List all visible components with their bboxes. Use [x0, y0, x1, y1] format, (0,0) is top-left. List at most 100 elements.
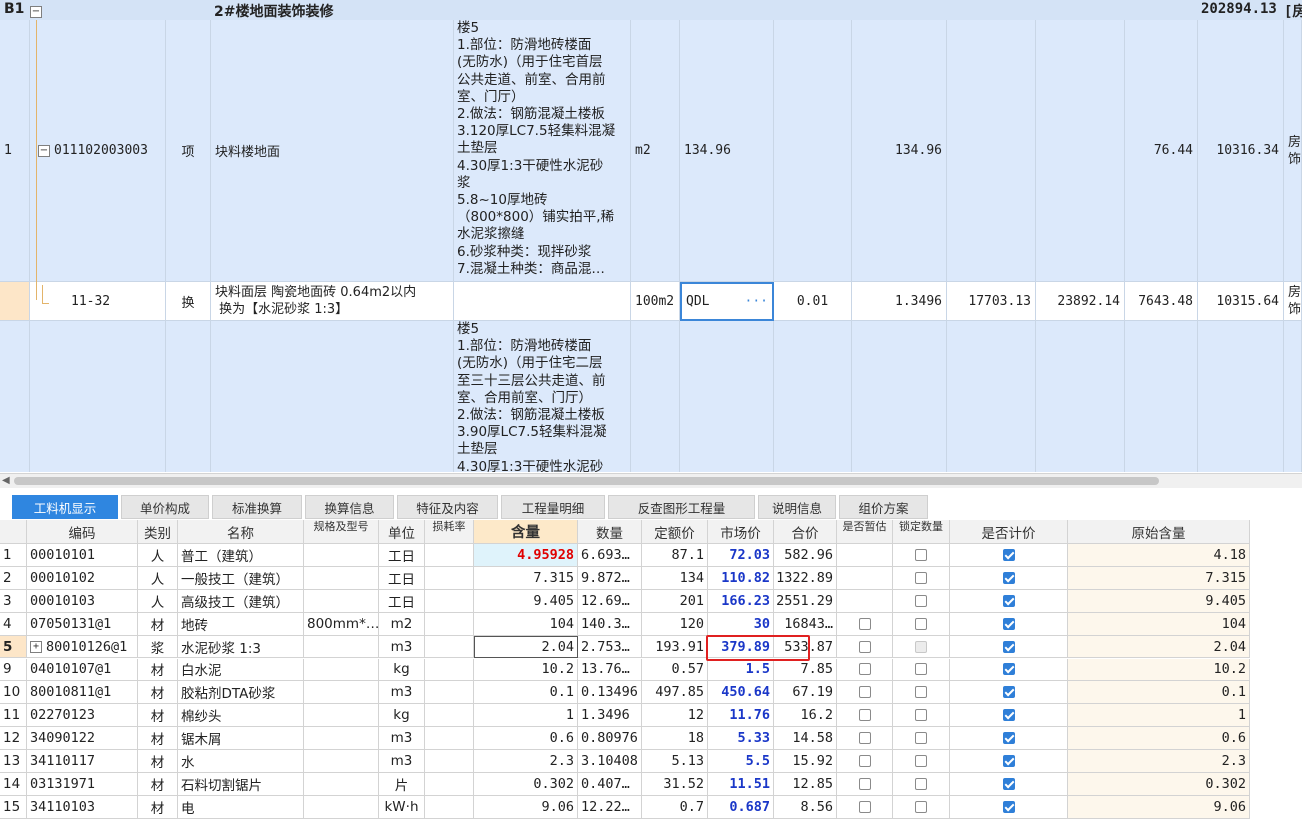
cell-lock[interactable] [893, 589, 950, 613]
cell-market[interactable]: 110.82 [708, 566, 774, 590]
cell-lock[interactable] [893, 612, 950, 636]
bill-row-1[interactable]: 1 − 011102003003 项 块料楼地面 楼5 1.部位：防滑地砖楼面 … [0, 20, 1302, 282]
checkbox[interactable] [915, 594, 927, 607]
checkbox[interactable] [1002, 709, 1015, 722]
checkbox[interactable] [858, 732, 871, 745]
scroll-left-icon[interactable]: ◀ [2, 475, 10, 486]
code-cell[interactable]: − 011102003003 [30, 20, 166, 282]
checkbox[interactable] [858, 640, 871, 653]
cell-temp[interactable] [837, 544, 893, 567]
cell-priced[interactable] [950, 704, 1068, 728]
cell-lock[interactable] [893, 750, 950, 773]
cell-priced[interactable] [950, 658, 1068, 682]
header-lock[interactable]: 锁定数量 [893, 520, 950, 544]
cell-priced[interactable] [950, 773, 1068, 796]
checkbox[interactable] [1002, 777, 1015, 790]
bill-row-2[interactable]: 11-32 换 块料面层 陶瓷地面砖 0.64m2以内 换为【水泥砂浆 1:3】… [0, 282, 1302, 321]
checkbox[interactable] [1002, 640, 1015, 653]
cell-priced[interactable] [950, 589, 1068, 613]
tab-pricing-plan[interactable]: 组价方案 [839, 495, 928, 519]
tab-unit-price-composition[interactable]: 单价构成 [121, 495, 209, 519]
cell-content[interactable]: 104 [474, 612, 578, 636]
header-cat[interactable]: 类别 [138, 520, 178, 544]
cell-content[interactable]: 2.3 [474, 750, 578, 773]
cell-lock[interactable] [893, 544, 950, 567]
cell-lock[interactable] [893, 773, 950, 796]
more-button[interactable]: ··· [745, 294, 768, 309]
cell-temp[interactable] [837, 704, 893, 728]
cell-priced[interactable] [950, 681, 1068, 705]
cell-lock[interactable] [893, 795, 950, 819]
row-indicator[interactable] [0, 282, 30, 321]
cell-market[interactable]: 166.23 [708, 589, 774, 613]
qty-expr-cell[interactable]: 134.96 [680, 20, 774, 282]
header-orig[interactable]: 原始含量 [1068, 520, 1250, 544]
cell-content[interactable]: 0.6 [474, 727, 578, 751]
cell-market[interactable]: 0.687 [708, 795, 774, 819]
cell-content[interactable]: 4.95928 [474, 544, 578, 567]
cell-content[interactable]: 1 [474, 704, 578, 728]
cell-content[interactable]: 10.2 [474, 658, 578, 682]
header-name[interactable]: 名称 [178, 520, 304, 544]
header-quota[interactable]: 定额价 [642, 520, 708, 544]
checkbox[interactable] [1002, 571, 1015, 584]
cell-priced[interactable] [950, 750, 1068, 773]
checkbox[interactable] [1002, 617, 1015, 630]
header-code[interactable]: 编码 [27, 520, 138, 544]
cell-temp[interactable] [837, 612, 893, 636]
cell-content[interactable]: 0.302 [474, 773, 578, 796]
checkbox[interactable] [1002, 548, 1015, 561]
header-qty[interactable]: 数量 [578, 520, 642, 544]
checkbox[interactable] [1002, 686, 1015, 699]
cell-lock[interactable] [893, 704, 950, 728]
cell-temp[interactable] [837, 658, 893, 682]
checkbox[interactable] [915, 800, 927, 813]
cell-lock[interactable] [893, 566, 950, 590]
cell-priced[interactable] [950, 635, 1068, 659]
header-loss[interactable]: 损耗率 [425, 520, 474, 544]
checkbox[interactable] [1002, 732, 1015, 745]
cell-market[interactable]: 72.03 [708, 544, 774, 567]
tab-quantity-detail[interactable]: 工程量明细 [501, 495, 605, 519]
cell-market[interactable]: 11.51 [708, 773, 774, 796]
cell-content[interactable]: 0.1 [474, 681, 578, 705]
checkbox[interactable] [858, 777, 871, 790]
header-temp[interactable]: 是否暂估 [837, 520, 893, 544]
cell-temp[interactable] [837, 635, 893, 659]
collapse-icon[interactable]: − [30, 3, 46, 18]
horizontal-scrollbar[interactable]: ◀ [0, 473, 1302, 488]
checkbox[interactable] [858, 663, 871, 676]
cell-priced[interactable] [950, 727, 1068, 751]
cell-temp[interactable] [837, 681, 893, 705]
checkbox[interactable] [915, 663, 927, 676]
cell-temp[interactable] [837, 727, 893, 751]
code-cell[interactable]: 11-32 [30, 282, 166, 321]
cell-market[interactable]: 5.33 [708, 727, 774, 751]
section-row-b1[interactable]: B1 − 2#楼地面装饰装修 202894.13 [房 [0, 0, 1302, 21]
header-content[interactable]: 含量 [474, 520, 578, 544]
cell-market[interactable]: 11.76 [708, 704, 774, 728]
tab-description[interactable]: 说明信息 [758, 495, 836, 519]
bill-items-grid[interactable]: B1 − 2#楼地面装饰装修 202894.13 [房 1 − 01110200… [0, 0, 1302, 472]
cell-lock[interactable] [893, 727, 950, 751]
cell-lock[interactable] [893, 681, 950, 705]
cell-market[interactable]: 450.64 [708, 681, 774, 705]
scrollbar-thumb[interactable] [14, 477, 1159, 485]
tab-features-content[interactable]: 特征及内容 [397, 495, 498, 519]
checkbox[interactable] [1002, 800, 1015, 813]
cell-temp[interactable] [837, 750, 893, 773]
checkbox[interactable] [915, 548, 927, 561]
checkbox[interactable] [1002, 594, 1015, 607]
checkbox[interactable] [858, 800, 871, 813]
checkbox[interactable] [915, 640, 927, 653]
tab-conversion-info[interactable]: 换算信息 [305, 495, 394, 519]
cell-market[interactable]: 5.5 [708, 750, 774, 773]
cell-temp[interactable] [837, 589, 893, 613]
checkbox[interactable] [1002, 663, 1015, 676]
checkbox[interactable] [915, 571, 927, 584]
bill-row-3[interactable]: 楼5 1.部位：防滑地砖楼面 (无防水)（用于住宅二层 至三十三层公共走道、前 … [0, 321, 1302, 472]
tab-labor-material-machine[interactable]: 工料机显示 [12, 495, 118, 519]
header-market[interactable]: 市场价 [708, 520, 774, 544]
checkbox[interactable] [858, 709, 871, 722]
cell-temp[interactable] [837, 795, 893, 819]
